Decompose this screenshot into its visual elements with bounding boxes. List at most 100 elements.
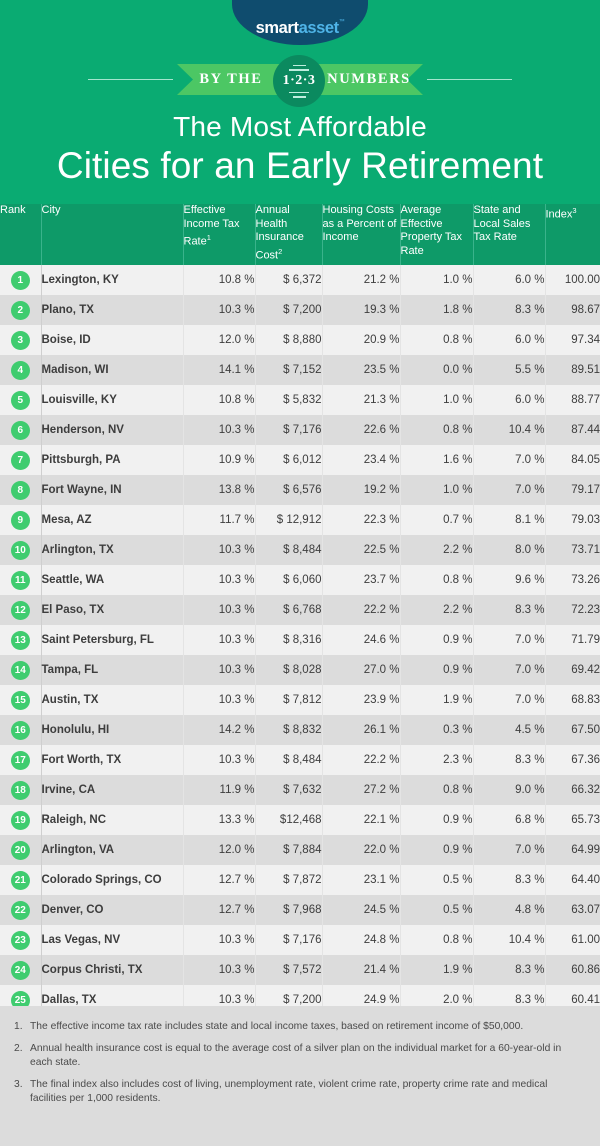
- index-cell: 79.03: [545, 505, 600, 535]
- rank-cell: 22: [0, 895, 42, 925]
- index-cell: 64.99: [545, 835, 600, 865]
- index-cell: 88.77: [545, 385, 600, 415]
- sales-tax-cell: 7.0 %: [473, 475, 546, 505]
- rank-badge: 21: [10, 870, 30, 890]
- sales-tax-cell: 8.3 %: [473, 745, 546, 775]
- housing-cost-cell: 22.6 %: [322, 415, 401, 445]
- income-tax-cell: 12.7 %: [183, 895, 256, 925]
- health-cost-cell: $ 8,484: [255, 535, 323, 565]
- city-cell: Arlington, VA: [41, 835, 184, 865]
- city-cell: Corpus Christi, TX: [41, 955, 184, 985]
- city-cell: Pittsburgh, PA: [41, 445, 184, 475]
- rank-badge: 9: [10, 510, 30, 530]
- ranking-table: Rank City Effective Income Tax Rate1 Annual…: [0, 204, 600, 1015]
- column-header-property: Average Effective Property Tax Rate: [400, 204, 474, 265]
- rank-badge: 5: [10, 390, 30, 410]
- city-cell: Irvine, CA: [41, 775, 184, 805]
- table-row: 9 Mesa, AZ 11.7 % $ 12,912 22.3 % 0.7 % 8.1 % 7…: [0, 505, 600, 535]
- table-row: 10 Arlington, TX 10.3 % $ 8,484 22.5 % 2.2 % 8…: [0, 535, 600, 565]
- footnote-text: The final index also includes cost of li…: [30, 1078, 548, 1105]
- index-cell: 60.86: [545, 955, 600, 985]
- property-tax-cell: 0.9 %: [400, 625, 474, 655]
- income-tax-cell: 14.1 %: [183, 355, 256, 385]
- rank-cell: 1: [0, 265, 42, 295]
- property-tax-cell: 1.8 %: [400, 295, 474, 325]
- table-row: 14 Tampa, FL 10.3 % $ 8,028 27.0 % 0.9 % 7.0 %…: [0, 655, 600, 685]
- housing-cost-cell: 24.5 %: [322, 895, 401, 925]
- health-cost-cell: $ 7,884: [255, 835, 323, 865]
- sales-tax-cell: 10.4 %: [473, 925, 546, 955]
- rank-cell: 14: [0, 655, 42, 685]
- rank-badge: 14: [10, 660, 30, 680]
- housing-cost-cell: 19.3 %: [322, 295, 401, 325]
- housing-cost-cell: 21.2 %: [322, 265, 401, 295]
- rank-badge: 11: [10, 570, 30, 590]
- rank-cell: 17: [0, 745, 42, 775]
- housing-cost-cell: 20.9 %: [322, 325, 401, 355]
- income-tax-cell: 14.2 %: [183, 715, 256, 745]
- health-cost-cell: $ 8,316: [255, 625, 323, 655]
- housing-cost-cell: 23.4 %: [322, 445, 401, 475]
- column-header-housing: Housing Costs as a Percent of Income: [322, 204, 401, 265]
- rank-badge: 12: [10, 600, 30, 620]
- table-row: 8 Fort Wayne, IN 13.8 % $ 6,576 19.2 % 1.0 % 7…: [0, 475, 600, 505]
- health-cost-cell: $ 6,060: [255, 565, 323, 595]
- table-row: 19 Raleigh, NC 13.3 % $12,468 22.1 % 0.9 % 6.8…: [0, 805, 600, 835]
- rank-cell: 20: [0, 835, 42, 865]
- property-tax-cell: 1.0 %: [400, 385, 474, 415]
- index-cell: 65.73: [545, 805, 600, 835]
- property-tax-cell: 0.3 %: [400, 715, 474, 745]
- city-cell: Las Vegas, NV: [41, 925, 184, 955]
- column-header-tax: Effective Income Tax Rate1: [183, 204, 256, 265]
- income-tax-cell: 10.9 %: [183, 445, 256, 475]
- column-header-index: Index3: [545, 204, 600, 265]
- badge-line-top-1: [292, 64, 306, 66]
- city-cell: Fort Wayne, IN: [41, 475, 184, 505]
- logo-text: smartasset™: [255, 18, 345, 37]
- table-header: Rank City Effective Income Tax Rate1 Annual…: [0, 204, 600, 265]
- housing-cost-cell: 23.7 %: [322, 565, 401, 595]
- property-tax-cell: 1.0 %: [400, 265, 474, 295]
- property-tax-cell: 2.2 %: [400, 595, 474, 625]
- health-cost-cell: $ 8,832: [255, 715, 323, 745]
- housing-cost-cell: 22.2 %: [322, 745, 401, 775]
- housing-cost-cell: 19.2 %: [322, 475, 401, 505]
- table-row: 15 Austin, TX 10.3 % $ 7,812 23.9 % 1.9 % 7.0 …: [0, 685, 600, 715]
- health-cost-cell: $ 7,572: [255, 955, 323, 985]
- badge-line-top-2: [289, 69, 309, 71]
- sales-tax-cell: 6.0 %: [473, 325, 546, 355]
- sales-tax-cell: 6.0 %: [473, 265, 546, 295]
- index-cell: 72.23: [545, 595, 600, 625]
- footnote-item: 1. The effective income tax rate includes…: [14, 1020, 578, 1035]
- rank-badge: 6: [10, 420, 30, 440]
- badge-number-text: 1·2·3: [282, 73, 316, 88]
- income-tax-cell: 10.3 %: [183, 415, 256, 445]
- index-cell: 68.83: [545, 685, 600, 715]
- health-cost-cell: $ 7,176: [255, 925, 323, 955]
- health-cost-cell: $ 8,880: [255, 325, 323, 355]
- badge-line-bottom-1: [289, 91, 309, 93]
- housing-cost-cell: 23.1 %: [322, 865, 401, 895]
- city-cell: Colorado Springs, CO: [41, 865, 184, 895]
- subtitle: The Most Affordable: [173, 111, 427, 142]
- footnote-item: 3. The final index also includes cost of …: [14, 1078, 578, 1107]
- health-cost-cell: $ 5,832: [255, 385, 323, 415]
- city-cell: Tampa, FL: [41, 655, 184, 685]
- property-tax-cell: 0.0 %: [400, 355, 474, 385]
- logo-smart-text: smart: [255, 18, 299, 37]
- health-cost-cell: $ 8,028: [255, 655, 323, 685]
- rank-badge: 20: [10, 840, 30, 860]
- footnotes: 1. The effective income tax rate includes…: [0, 1006, 600, 1146]
- income-tax-cell: 10.3 %: [183, 535, 256, 565]
- smartasset-logo[interactable]: smartasset™: [232, 0, 368, 45]
- rank-badge: 10: [10, 540, 30, 560]
- city-cell: Boise, ID: [41, 325, 184, 355]
- index-cell: 89.51: [545, 355, 600, 385]
- sales-tax-cell: 6.0 %: [473, 385, 546, 415]
- sales-tax-cell: 5.5 %: [473, 355, 546, 385]
- table-row: 13 Saint Petersburg, FL 10.3 % $ 8,316 24.6 …: [0, 625, 600, 655]
- page-title: Cities for an Early Retirement: [56, 145, 544, 186]
- sales-tax-cell: 4.5 %: [473, 715, 546, 745]
- logo-asset-text: asset: [298, 18, 340, 37]
- sales-tax-cell: 4.8 %: [473, 895, 546, 925]
